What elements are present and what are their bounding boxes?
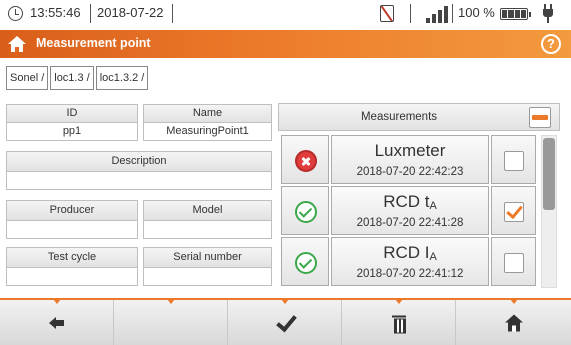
check-icon: [275, 315, 295, 331]
fail-icon: [295, 150, 317, 172]
breadcrumb-item[interactable]: loc1.3.2 /: [95, 66, 149, 90]
field-label: Model: [143, 200, 272, 221]
trash-icon: [391, 314, 406, 333]
serial-number-field[interactable]: Serial number: [143, 247, 272, 286]
scroll-thumb[interactable]: [543, 138, 555, 210]
name-field[interactable]: Name MeasuringPoint1: [143, 104, 272, 141]
measurement-name: Luxmeter: [374, 141, 446, 160]
field-label: Description: [6, 151, 272, 172]
measurement-checkbox[interactable]: [504, 151, 524, 171]
field-label: ID: [6, 104, 138, 123]
measurement-name-cell[interactable]: RCD tA 2018-07-20 22:41:28: [331, 186, 489, 235]
status-separator: [452, 4, 453, 23]
measurement-checkbox[interactable]: [504, 253, 524, 273]
status-cell: [281, 237, 329, 286]
status-bar: 13:55:46 2018-07-22 100 %: [0, 0, 571, 28]
field-label: Producer: [6, 200, 138, 221]
ok-icon: [295, 252, 317, 274]
home-button[interactable]: [456, 299, 571, 345]
clock-icon: [8, 6, 23, 21]
battery-icon: [500, 8, 531, 20]
empty-button[interactable]: [114, 299, 228, 345]
status-separator: [90, 4, 91, 23]
field-label: Test cycle: [6, 247, 138, 268]
measurement-row[interactable]: RCD IA 2018-07-20 22:41:12: [281, 237, 536, 286]
measurement-timestamp: 2018-07-20 22:41:12: [356, 268, 464, 280]
breadcrumb: Sonel / loc1.3 / loc1.3.2 /: [6, 66, 149, 90]
ok-icon: [295, 201, 317, 223]
measurement-name-cell[interactable]: RCD IA 2018-07-20 22:41:12: [331, 237, 489, 286]
breadcrumb-item[interactable]: loc1.3 /: [50, 66, 94, 90]
model-field[interactable]: Model: [143, 200, 272, 239]
description-field[interactable]: Description: [6, 151, 272, 190]
measurement-name-cell[interactable]: Luxmeter 2018-07-20 22:42:23: [331, 135, 489, 184]
breadcrumb-item[interactable]: Sonel /: [6, 66, 49, 90]
measurement-row[interactable]: RCD tA 2018-07-20 22:41:28: [281, 186, 536, 235]
status-time: 13:55:46: [30, 5, 81, 20]
measurement-checkbox[interactable]: [504, 202, 524, 222]
measurement-name: RCD tA: [383, 192, 437, 212]
page-title: Measurement point: [36, 36, 151, 50]
field-label: Serial number: [143, 247, 272, 268]
serial-number-value[interactable]: [143, 268, 272, 286]
checkbox-cell[interactable]: [491, 237, 536, 286]
measurements-title: Measurements: [360, 111, 438, 123]
measurements-header: Measurements: [278, 103, 560, 131]
measurement-row[interactable]: Luxmeter 2018-07-20 22:42:23: [281, 135, 536, 184]
model-value[interactable]: [143, 221, 272, 239]
field-label: Name: [143, 104, 272, 123]
producer-field[interactable]: Producer: [6, 200, 138, 239]
deselect-all-button[interactable]: [529, 107, 551, 128]
help-icon[interactable]: ?: [541, 34, 561, 54]
measurement-name: RCD IA: [383, 243, 437, 263]
checkbox-cell[interactable]: [491, 135, 536, 184]
confirm-button[interactable]: [228, 299, 342, 345]
measurement-timestamp: 2018-07-20 22:41:28: [356, 217, 464, 229]
test-cycle-value[interactable]: [6, 268, 138, 286]
title-bar: Measurement point ?: [0, 30, 571, 58]
status-cell: [281, 135, 329, 184]
back-icon: [48, 316, 65, 329]
status-separator: [410, 4, 411, 23]
status-cell: [281, 186, 329, 235]
back-button[interactable]: [0, 299, 114, 345]
delete-button[interactable]: [342, 299, 456, 345]
battery-percent: 100 %: [458, 5, 495, 20]
checkbox-cell[interactable]: [491, 186, 536, 235]
id-field[interactable]: ID pp1: [6, 104, 138, 141]
id-value[interactable]: pp1: [6, 123, 138, 141]
measurement-timestamp: 2018-07-20 22:42:23: [356, 166, 464, 178]
status-date: 2018-07-22: [97, 5, 164, 20]
measurements-scrollbar[interactable]: [541, 135, 557, 288]
producer-value[interactable]: [6, 221, 138, 239]
no-sim-icon: [380, 5, 394, 22]
test-cycle-field[interactable]: Test cycle: [6, 247, 138, 286]
name-value[interactable]: MeasuringPoint1: [143, 123, 272, 141]
bottom-toolbar: [0, 298, 571, 345]
home-icon[interactable]: [8, 35, 26, 53]
home-icon: [504, 314, 523, 331]
plug-icon: [541, 4, 555, 24]
status-separator: [172, 4, 173, 23]
description-value[interactable]: [6, 172, 272, 190]
